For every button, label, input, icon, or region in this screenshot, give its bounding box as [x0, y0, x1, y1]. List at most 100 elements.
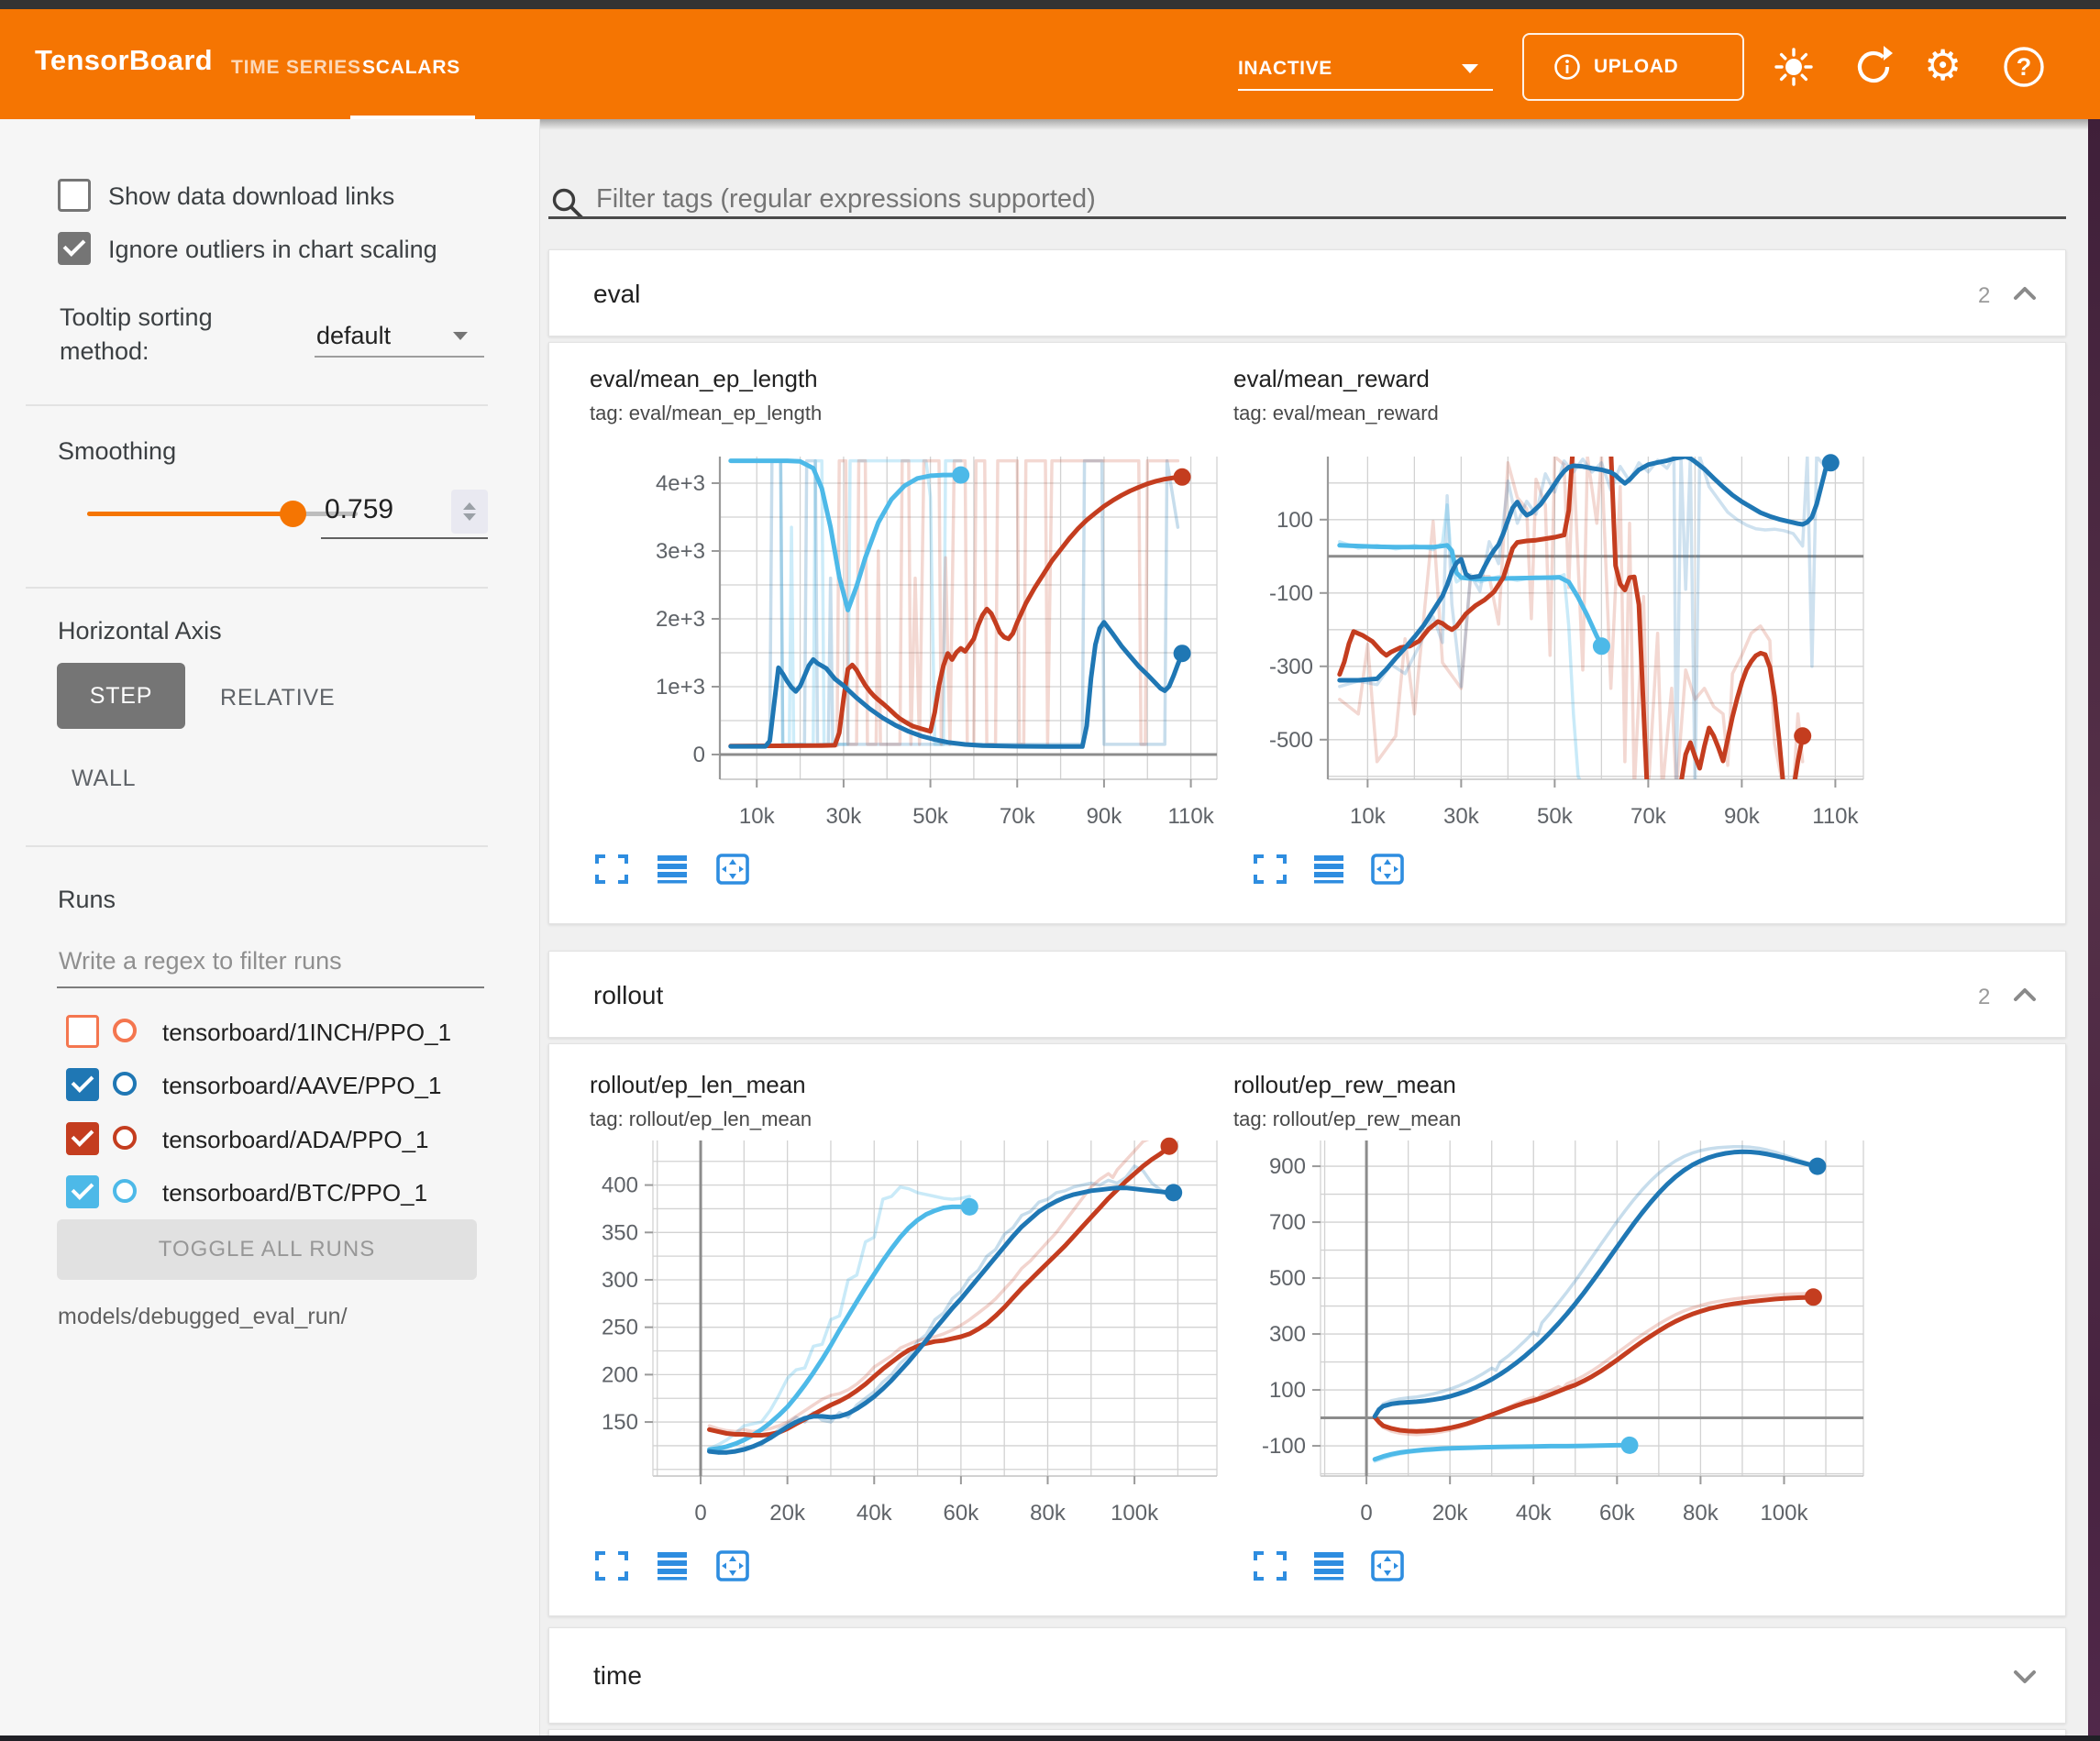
refresh-icon[interactable] [1851, 44, 1896, 90]
svg-text:50k: 50k [1537, 804, 1574, 829]
window-bottom-edge [0, 1735, 2100, 1741]
runs-filter-input[interactable] [57, 946, 482, 976]
tab-scalars[interactable]: SCALARS [362, 57, 460, 79]
run-label: tensorboard/ADA/PPO_1 [162, 1126, 429, 1154]
section-header-rollout[interactable]: rollout 2 [548, 951, 2066, 1038]
run-row: tensorboard/ADA/PPO_1 [0, 1120, 539, 1161]
chevron-down-icon[interactable] [1462, 64, 1478, 73]
fullscreen-icon[interactable] [594, 853, 629, 886]
line-chart-rollout-ep-len-mean[interactable]: 020k40k60k80k100k150200250300350400 [543, 1122, 1263, 1545]
run-label: tensorboard/1INCH/PPO_1 [162, 1019, 451, 1047]
chevron-up-icon[interactable] [2009, 982, 2040, 1009]
section-title-eval: eval [593, 280, 640, 309]
svg-text:40k: 40k [1516, 1501, 1553, 1526]
tensorboard-app: TensorBoard TIME SERIES SCALARS INACTIVE… [0, 0, 2100, 1741]
check-icon [72, 1177, 94, 1200]
stepper-down-icon[interactable] [463, 513, 476, 521]
run-checkbox[interactable] [66, 1015, 99, 1048]
svg-text:100k: 100k [1111, 1501, 1159, 1526]
svg-text:?: ? [2017, 53, 2032, 81]
section-header-eval[interactable]: eval 2 [548, 249, 2066, 336]
log-scale-icon[interactable] [655, 853, 690, 886]
run-color-swatch [113, 1019, 137, 1042]
svg-text:50k: 50k [912, 804, 949, 829]
app-logo: TensorBoard [35, 44, 213, 77]
runs-directory-label: models/debugged_eval_run/ [58, 1304, 348, 1330]
svg-text:4e+3: 4e+3 [656, 471, 705, 496]
fullscreen-icon[interactable] [594, 1549, 629, 1582]
axis-wall-button[interactable]: WALL [72, 766, 136, 792]
svg-text:80k: 80k [1683, 1501, 1719, 1526]
log-scale-icon[interactable] [1311, 853, 1346, 886]
settings-icon[interactable]: ⚙ [1924, 40, 1962, 90]
line-chart-eval-mean-ep-length[interactable]: 10k30k50k70k90k110k01e+32e+33e+34e+3 [610, 438, 1263, 848]
svg-text:300: 300 [602, 1268, 638, 1293]
svg-text:30k: 30k [1443, 804, 1480, 829]
section-header-time[interactable]: time [548, 1627, 2066, 1724]
line-chart-eval-mean-reward[interactable]: 10k30k50k70k90k110k100-100-300-500 [1218, 438, 1909, 848]
smoothing-stepper[interactable] [451, 490, 488, 534]
axis-relative-button[interactable]: RELATIVE [220, 685, 335, 711]
svg-text:500: 500 [1269, 1266, 1306, 1291]
fit-domain-icon[interactable] [1370, 853, 1405, 886]
upload-button[interactable]: UPLOAD [1522, 33, 1744, 101]
smoothing-label: Smoothing [58, 437, 176, 466]
window-top-strip [0, 0, 2100, 9]
chart-title: rollout/ep_rew_mean [1233, 1071, 1456, 1099]
brightness-icon[interactable] [1770, 43, 1818, 91]
ignore-outliers-checkbox[interactable] [58, 232, 91, 265]
run-checkbox[interactable] [66, 1175, 99, 1208]
filter-tags-input[interactable] [594, 183, 2047, 215]
tooltip-sorting-select[interactable]: default [316, 322, 391, 350]
axis-step-button[interactable]: STEP [57, 663, 185, 729]
chart-title: eval/mean_ep_length [590, 365, 818, 393]
svg-text:-500: -500 [1269, 728, 1313, 753]
show-download-links-label: Show data download links [108, 182, 394, 211]
line-chart-rollout-ep-rew-mean[interactable]: 020k40k60k80k100k-100100300500700900 [1210, 1122, 1909, 1545]
run-status-select[interactable]: INACTIVE [1238, 58, 1332, 80]
run-color-swatch [113, 1179, 137, 1203]
svg-text:1e+3: 1e+3 [656, 675, 705, 700]
chevron-up-icon[interactable] [2009, 281, 2040, 308]
chevron-down-icon[interactable] [2009, 1663, 2040, 1691]
svg-text:110k: 110k [1167, 804, 1214, 829]
horizontal-axis-label: Horizontal Axis [58, 617, 222, 645]
svg-text:3e+3: 3e+3 [656, 539, 705, 564]
log-scale-icon[interactable] [1311, 1549, 1346, 1582]
fit-domain-icon[interactable] [1370, 1549, 1405, 1582]
filter-tags-underline [548, 216, 2066, 219]
fullscreen-icon[interactable] [1253, 853, 1288, 886]
run-checkbox[interactable] [66, 1122, 99, 1155]
tab-time-series[interactable]: TIME SERIES [231, 57, 361, 79]
section-title-time: time [593, 1661, 642, 1691]
svg-text:-300: -300 [1269, 655, 1313, 679]
run-color-swatch [113, 1126, 137, 1150]
run-color-swatch [113, 1072, 137, 1096]
fit-domain-icon[interactable] [715, 1549, 750, 1582]
fullscreen-icon[interactable] [1253, 1549, 1288, 1582]
svg-text:200: 200 [602, 1362, 638, 1387]
chart-title: rollout/ep_len_mean [590, 1071, 806, 1099]
run-label: tensorboard/BTC/PPO_1 [162, 1179, 427, 1207]
svg-text:-100: -100 [1262, 1434, 1306, 1459]
divider [26, 845, 488, 847]
smoothing-value-input[interactable] [323, 493, 446, 526]
fit-domain-icon[interactable] [715, 853, 750, 886]
section-count-eval: 2 [1978, 283, 1990, 309]
svg-text:100: 100 [1269, 1378, 1306, 1403]
chevron-down-icon[interactable] [453, 332, 468, 340]
show-download-links-checkbox[interactable] [58, 179, 91, 212]
svg-text:10k: 10k [739, 804, 776, 829]
run-checkbox[interactable] [66, 1068, 99, 1101]
log-scale-icon[interactable] [655, 1549, 690, 1582]
run-status-underline [1238, 89, 1493, 91]
smoothing-slider-handle[interactable] [280, 501, 306, 527]
help-icon[interactable]: ? [2001, 44, 2047, 90]
svg-text:-100: -100 [1269, 581, 1313, 606]
toggle-all-runs-button[interactable]: TOGGLE ALL RUNS [57, 1219, 477, 1280]
svg-text:300: 300 [1269, 1322, 1306, 1347]
stepper-up-icon[interactable] [463, 502, 476, 510]
smoothing-underline [321, 537, 488, 539]
chart-tag: tag: eval/mean_ep_length [590, 402, 822, 425]
svg-text:400: 400 [602, 1174, 638, 1198]
